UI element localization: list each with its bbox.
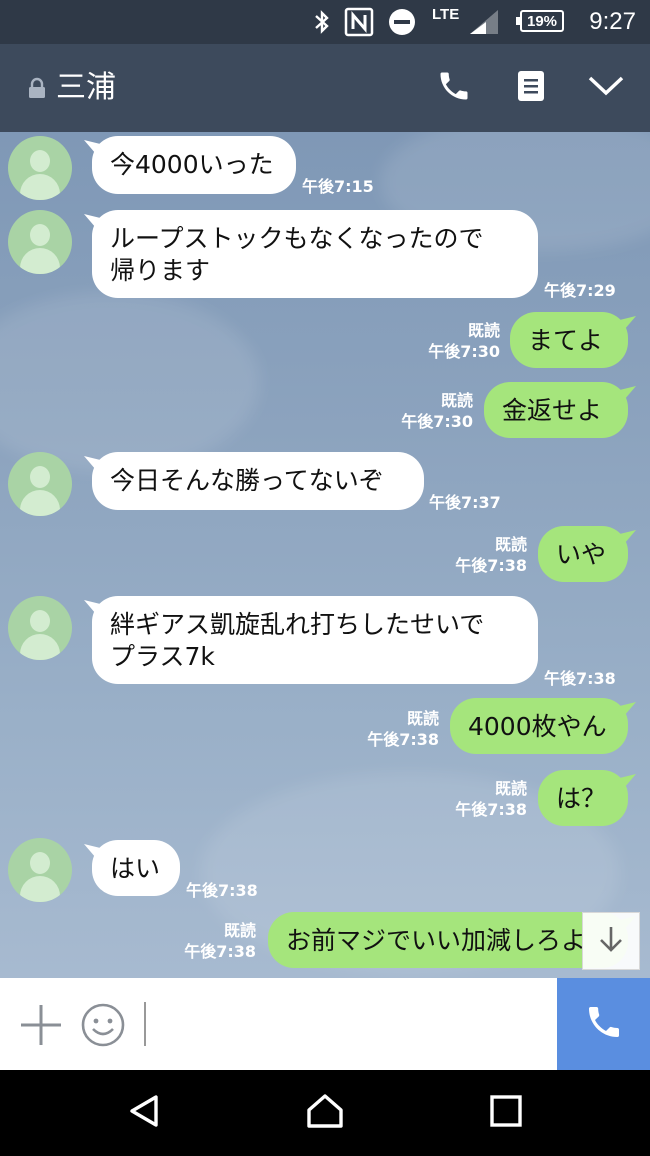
message-meta: 既読 午後7:38 [176, 920, 256, 962]
phone-button[interactable] [430, 64, 478, 112]
message-time: 午後7:38 [455, 556, 527, 575]
message-meta: 既読 午後7:38 [359, 708, 439, 750]
message-time: 午後7:38 [367, 730, 439, 749]
message-text-line: 絆ギアス凱旋乱れ打ちしたせいで [110, 610, 485, 639]
background-cloud [0, 292, 260, 472]
scroll-to-bottom-button[interactable] [582, 912, 640, 970]
message-meta: 既読 午後7:38 [447, 534, 527, 576]
message-meta: 既読 午後7:38 [447, 778, 527, 820]
phone-icon [436, 68, 472, 108]
call-button[interactable] [557, 978, 650, 1070]
avatar[interactable] [8, 452, 72, 516]
clock: 9:27 [589, 8, 636, 35]
message-bubble-outgoing[interactable]: は？ [538, 770, 628, 826]
call-icon [584, 1002, 624, 1046]
avatar[interactable] [8, 136, 72, 200]
chat-title: 三浦 [56, 70, 116, 105]
system-nav-bar [0, 1070, 650, 1156]
network-type: LTE [432, 5, 460, 23]
message-text: まてよ [528, 326, 604, 355]
message-text: 今4000いった [110, 150, 274, 179]
message-time: 午後7:37 [429, 493, 501, 512]
message-text: いや [556, 540, 607, 569]
message-input[interactable] [142, 998, 542, 1050]
status-bar: LTE 19% 9:27 [0, 0, 650, 44]
message-time: 午後7:38 [184, 942, 256, 961]
message-text: お前マジでいい加減しろよ [286, 926, 587, 955]
back-icon [126, 1093, 162, 1133]
message-time: 午後7:38 [544, 669, 616, 688]
message-text: 金返せよ [502, 396, 603, 425]
read-receipt: 既読 [440, 391, 473, 410]
chat-header: 三浦 [0, 44, 650, 132]
message-text-line: ループストックもなくなったので [110, 224, 484, 253]
message-meta: 既読 午後7:30 [420, 320, 500, 362]
message-text: は？ [556, 784, 607, 813]
plus-icon [18, 1005, 64, 1052]
message-bubble-outgoing[interactable]: まてよ [510, 312, 628, 368]
battery-level: 19% [526, 12, 558, 30]
read-receipt: 既読 [494, 779, 527, 798]
message-time: 午後7:30 [401, 412, 473, 431]
message-text: はい [110, 854, 161, 883]
notes-icon [516, 69, 546, 107]
avatar[interactable] [8, 596, 72, 660]
do-not-disturb-icon [388, 0, 416, 44]
bluetooth-icon [312, 0, 332, 44]
collapse-button[interactable] [582, 64, 630, 112]
message-text: 今日そんな勝ってないぞ [110, 466, 384, 495]
plus-button[interactable] [18, 1002, 64, 1048]
read-receipt: 既読 [223, 921, 256, 940]
back-button[interactable] [114, 1088, 174, 1138]
recents-icon [489, 1094, 523, 1132]
message-time: 午後7:15 [302, 177, 374, 196]
text-caret [144, 1002, 146, 1046]
message-time: 午後7:29 [544, 281, 616, 300]
home-icon [305, 1092, 345, 1134]
message-bubble-outgoing[interactable]: いや [538, 526, 628, 582]
lock-icon [28, 77, 46, 103]
signal-icon [468, 0, 500, 44]
notes-button[interactable] [507, 64, 555, 112]
message-bubble-outgoing[interactable]: 金返せよ [484, 382, 628, 438]
chat-area[interactable]: 今4000いった 午後7:15 ループストックもなくなったので 帰ります 午後7… [0, 132, 650, 978]
message-bubble-incoming[interactable]: ループストックもなくなったので 帰ります [92, 210, 538, 298]
read-receipt: 既読 [494, 535, 527, 554]
message-text-line: 帰ります [110, 256, 211, 285]
message-meta: 既読 午後7:30 [393, 390, 473, 432]
home-button[interactable] [295, 1088, 355, 1138]
message-text-line: プラス7k [110, 642, 215, 671]
message-bubble-incoming[interactable]: 今日そんな勝ってないぞ [92, 452, 424, 510]
avatar[interactable] [8, 210, 72, 274]
message-bubble-incoming[interactable]: 絆ギアス凱旋乱れ打ちしたせいで プラス7k [92, 596, 538, 684]
message-time: 午後7:38 [186, 881, 258, 900]
arrow-down-icon [597, 924, 625, 958]
battery-icon: 19% [516, 10, 564, 32]
emoji-button[interactable] [80, 1002, 126, 1048]
message-time: 午後7:30 [428, 342, 500, 361]
message-bubble-outgoing[interactable]: お前マジでいい加減しろよ [268, 912, 628, 968]
read-receipt: 既読 [406, 709, 439, 728]
avatar[interactable] [8, 838, 72, 902]
chevron-down-icon [587, 74, 625, 102]
message-input-bar [0, 978, 650, 1070]
message-bubble-incoming[interactable]: 今4000いった [92, 136, 296, 194]
message-bubble-incoming[interactable]: はい [92, 840, 180, 896]
recents-button[interactable] [476, 1088, 536, 1138]
message-bubble-outgoing[interactable]: 4000枚やん [450, 698, 628, 754]
message-time: 午後7:38 [455, 800, 527, 819]
read-receipt: 既読 [467, 321, 500, 340]
nfc-icon [344, 0, 374, 44]
message-text: 4000枚やん [468, 712, 607, 741]
emoji-icon [80, 1003, 126, 1052]
